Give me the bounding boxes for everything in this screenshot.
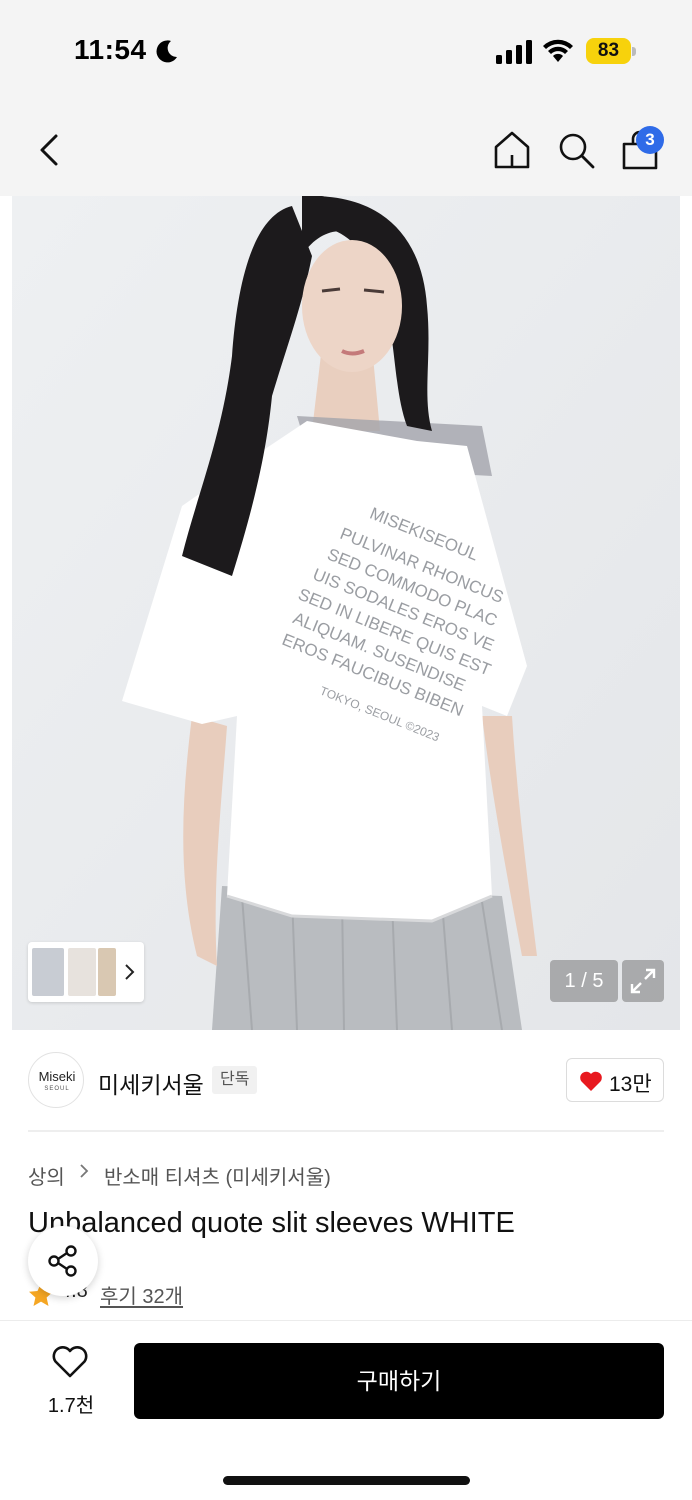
breadcrumb: 상의 반소매 티셔츠 (미세키서울) — [28, 1161, 331, 1189]
product-image[interactable]: MISEKISEOUL PULVINAR RHONCUS SED COMMODO… — [12, 196, 680, 1030]
home-icon[interactable] — [490, 128, 534, 172]
bottom-action-bar: 1.7천 구매하기 — [0, 1320, 692, 1500]
image-page-counter: 1 / 5 — [550, 960, 618, 1002]
breadcrumb-category[interactable]: 상의 — [28, 1161, 65, 1190]
search-icon[interactable] — [554, 128, 598, 172]
expand-icon — [630, 968, 656, 994]
battery-icon: 83 — [586, 38, 636, 66]
status-bar: 11:54 83 — [0, 0, 692, 100]
cart-count-badge: 3 — [636, 126, 664, 154]
thumbnail-1[interactable] — [32, 948, 64, 996]
wishlist-button[interactable]: 1.7천 — [36, 1345, 106, 1417]
brand-like-button[interactable]: 13만 — [566, 1058, 664, 1102]
reviews-link[interactable]: 후기 32개 — [100, 1280, 183, 1309]
heart-outline-icon — [52, 1346, 88, 1378]
expand-button[interactable] — [622, 960, 664, 1002]
battery-percent: 83 — [597, 40, 620, 61]
brand-name[interactable]: 미세키서울 — [98, 1066, 204, 1100]
brand-logo-text: Miseki — [38, 1069, 76, 1084]
moon-icon — [156, 40, 177, 63]
signal-icon — [496, 40, 532, 64]
brand-logo-subtext: SEOUL — [44, 1086, 70, 1092]
thumbnail-2[interactable] — [68, 948, 96, 996]
home-indicator — [223, 1476, 470, 1485]
buy-button[interactable]: 구매하기 — [134, 1343, 664, 1419]
heart-filled-icon — [580, 1071, 602, 1091]
back-icon[interactable] — [30, 130, 70, 170]
status-time: 11:54 — [74, 34, 147, 65]
divider — [28, 1130, 664, 1132]
chevron-right-icon — [80, 1164, 89, 1178]
product-title: Unbalanced quote slit sleeves WHITE — [28, 1207, 515, 1239]
top-navigation — [0, 110, 692, 190]
wishlist-count: 1.7천 — [47, 1395, 95, 1417]
exclusive-badge: 단독 — [212, 1066, 258, 1094]
brand-logo[interactable]: Miseki SEOUL — [28, 1052, 84, 1108]
brand-like-count: 13만 — [609, 1073, 652, 1096]
breadcrumb-subcategory[interactable]: 반소매 티셔츠 (미세키서울) — [104, 1161, 331, 1190]
share-icon — [48, 1245, 77, 1277]
share-button[interactable] — [28, 1226, 98, 1296]
thumbnail-3[interactable] — [98, 948, 116, 996]
chevron-right-icon[interactable] — [124, 962, 136, 982]
model-photo: MISEKISEOUL PULVINAR RHONCUS SED COMMODO… — [12, 196, 680, 1030]
brand-row: Miseki SEOUL 미세키서울 단독 13만 — [0, 1046, 692, 1116]
thumbnail-strip[interactable] — [28, 942, 144, 1002]
wifi-icon — [543, 39, 573, 62]
